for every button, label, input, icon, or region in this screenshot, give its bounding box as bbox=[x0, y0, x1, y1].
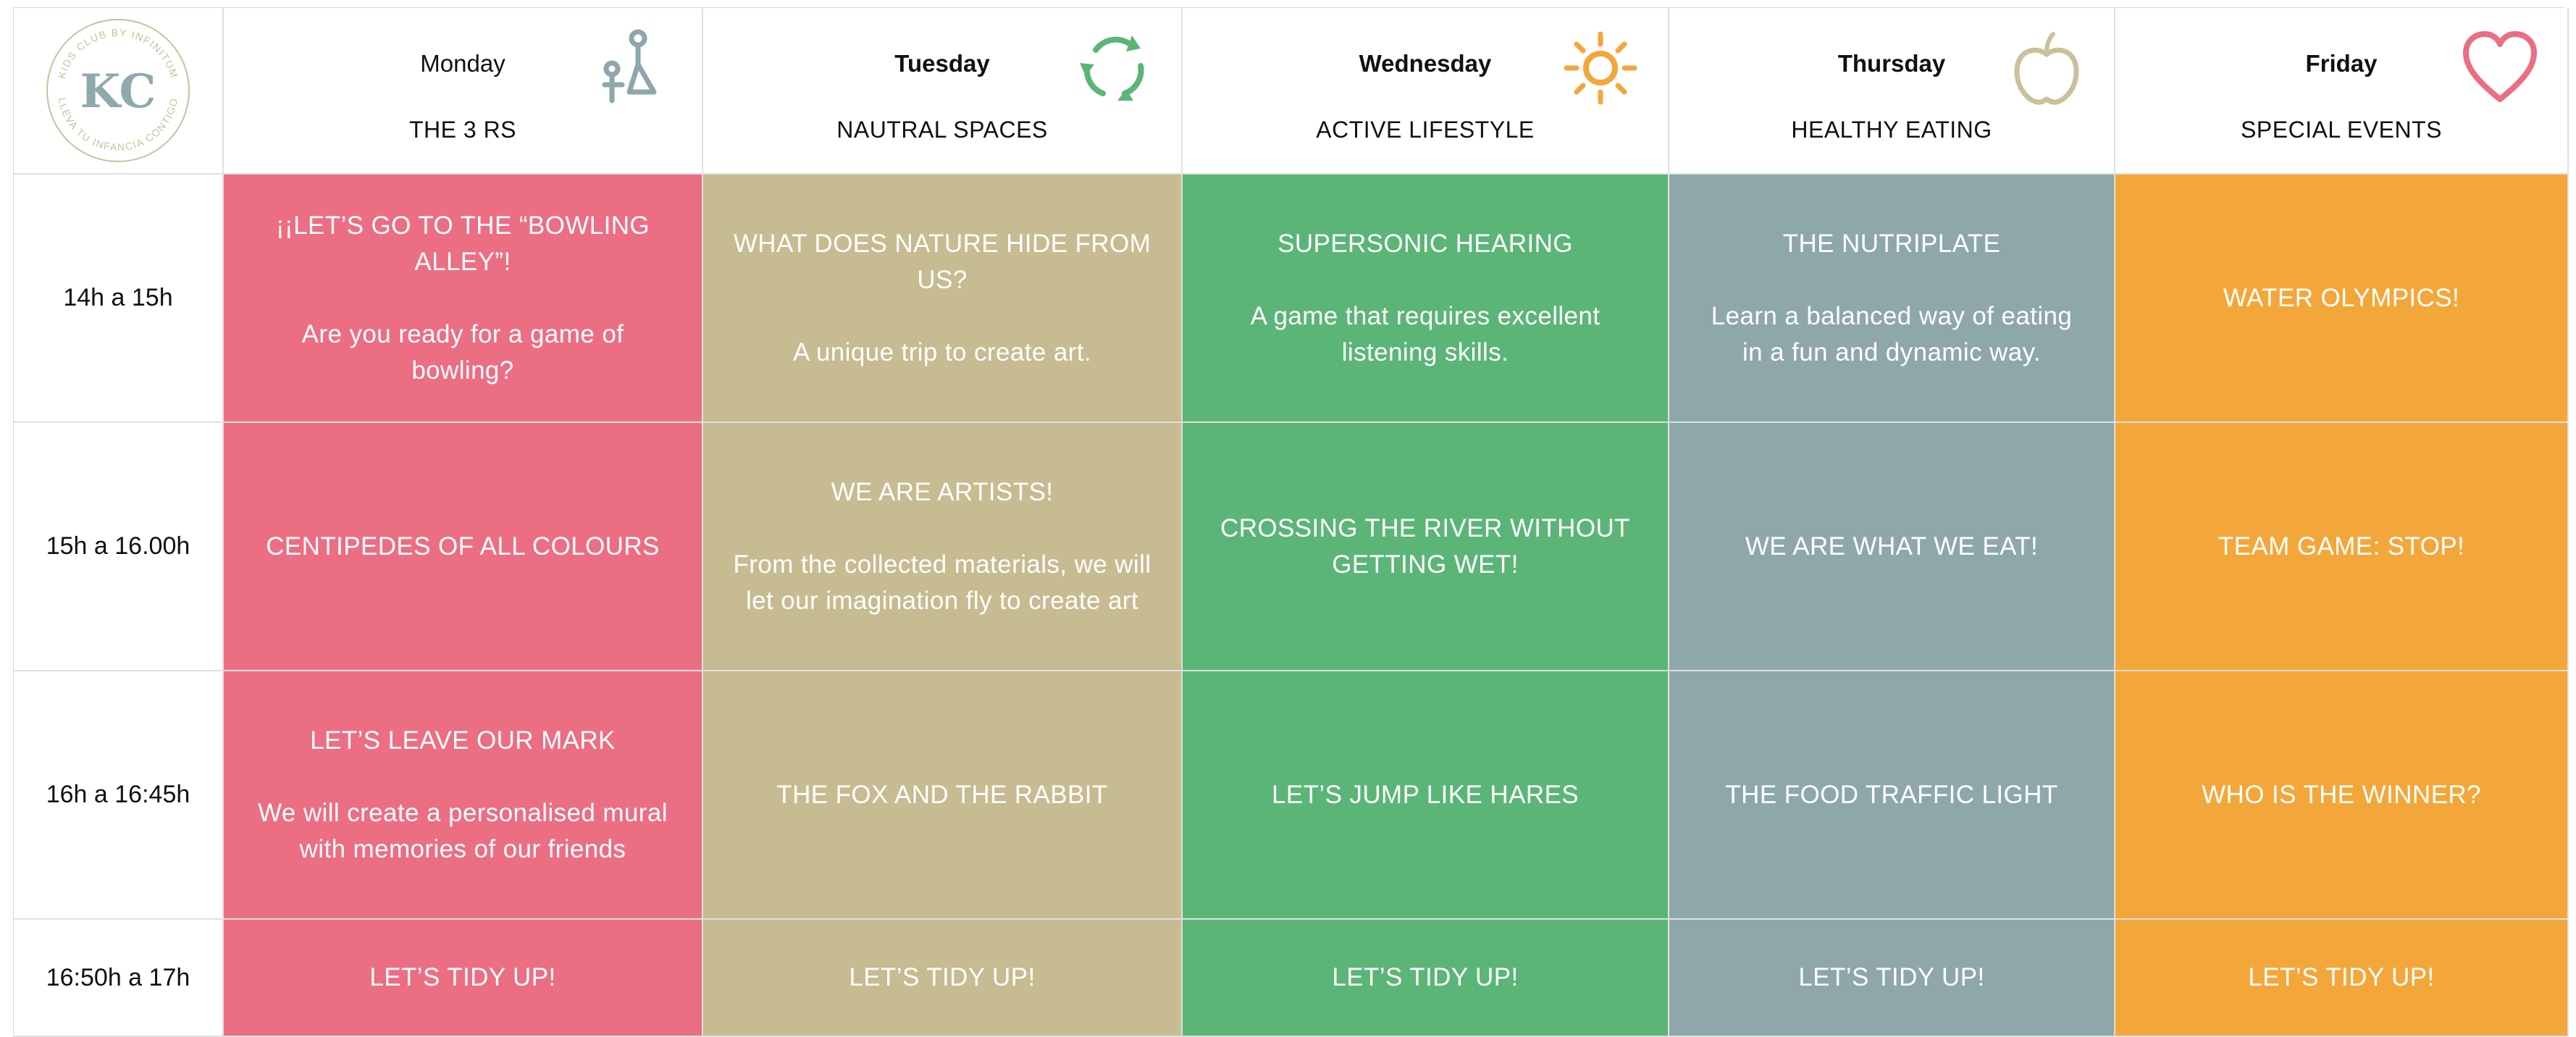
activity-cell: LET’S TIDY UP! bbox=[2115, 920, 2569, 1037]
day-theme: ACTIVE LIFESTYLE bbox=[1316, 117, 1535, 143]
activity-title: LET’S LEAVE OUR MARK bbox=[310, 726, 616, 755]
activity-title: LET’S TIDY UP! bbox=[849, 963, 1036, 991]
activity-cell: CROSSING THE RIVER WITHOUT GETTING WET! bbox=[1183, 423, 1669, 671]
activity-title: LET’S TIDY UP! bbox=[1798, 963, 1985, 991]
sun-icon bbox=[1564, 31, 1637, 105]
activity-cell: WHAT DOES NATURE HIDE FROM US? A unique … bbox=[703, 175, 1183, 423]
activity-title: THE FOX AND THE RABBIT bbox=[776, 780, 1108, 809]
activity-title: LET’S TIDY UP! bbox=[2248, 963, 2435, 991]
day-header-friday: Friday SPECIAL EVENTS bbox=[2115, 8, 2569, 175]
time-slot-4: 16:50h a 17h bbox=[14, 920, 224, 1037]
heart-icon bbox=[2463, 31, 2537, 102]
day-header-wednesday: Wednesday ACTIVE LIFESTYLE bbox=[1183, 8, 1669, 175]
activity-title: WHAT DOES NATURE HIDE FROM US? bbox=[733, 229, 1151, 294]
activity-title: THE FOOD TRAFFIC LIGHT bbox=[1725, 780, 2058, 809]
activity-title: SUPERSONIC HEARING bbox=[1277, 229, 1573, 258]
day-header-monday: Monday THE 3 RS bbox=[224, 8, 703, 175]
day-theme: THE 3 RS bbox=[408, 117, 517, 143]
activity-title: TEAM GAME: STOP! bbox=[2218, 532, 2465, 561]
activity-cell: WHO IS THE WINNER? bbox=[2115, 671, 2569, 920]
activity-title: WE ARE WHAT WE EAT! bbox=[1745, 532, 2039, 561]
activity-cell: THE FOX AND THE RABBIT bbox=[703, 671, 1183, 920]
activity-cell: THE FOOD TRAFFIC LIGHT bbox=[1669, 671, 2115, 920]
activity-cell: WE ARE ARTISTS! From the collected mater… bbox=[703, 423, 1183, 671]
activity-cell: SUPERSONIC HEARING A game that requires … bbox=[1183, 175, 1669, 423]
time-slot-2: 15h a 16.00h bbox=[14, 423, 224, 671]
day-theme: HEALTHY EATING bbox=[1791, 117, 1992, 143]
activity-title: WE ARE ARTISTS! bbox=[831, 477, 1054, 506]
activity-description: From the collected materials, we will le… bbox=[733, 550, 1151, 615]
activity-description: A game that requires excellent listening… bbox=[1250, 301, 1600, 366]
activity-cell: WE ARE WHAT WE EAT! bbox=[1669, 423, 2115, 671]
activity-cell: THE NUTRIPLATE Learn a balanced way of e… bbox=[1669, 175, 2115, 423]
day-header-tuesday: Tuesday NAUTRAL SPACES bbox=[703, 8, 1183, 175]
activity-cell: LET’S TIDY UP! bbox=[703, 920, 1183, 1037]
activity-cell: WATER OLYMPICS! bbox=[2115, 175, 2569, 423]
activity-title: THE NUTRIPLATE bbox=[1782, 229, 2001, 258]
activity-title: ¡¡LET’S GO TO THE “BOWLING ALLEY”! bbox=[275, 211, 650, 276]
kids-club-logo: KIDS CLUB BY INFINITUM LLEVA TU INFANCIA… bbox=[46, 19, 190, 162]
activity-title: CENTIPEDES OF ALL COLOURS bbox=[266, 532, 660, 561]
activity-description: A unique trip to create art. bbox=[793, 337, 1091, 366]
recycle-people-icon bbox=[602, 29, 657, 104]
day-header-thursday: Thursday HEALTHY EATING bbox=[1669, 8, 2115, 175]
activity-title: WHO IS THE WINNER? bbox=[2202, 780, 2481, 809]
activity-title: LET’S JUMP LIKE HARES bbox=[1272, 780, 1579, 809]
activity-cell: LET’S TIDY UP! bbox=[1669, 920, 2115, 1037]
time-slot-1: 14h a 15h bbox=[14, 175, 224, 423]
day-theme: NAUTRAL SPACES bbox=[836, 117, 1048, 143]
activity-cell: LET’S LEAVE OUR MARK We will create a pe… bbox=[224, 671, 703, 920]
activity-title: CROSSING THE RIVER WITHOUT GETTING WET! bbox=[1220, 513, 1630, 579]
activity-title: WATER OLYMPICS! bbox=[2223, 283, 2460, 312]
activity-description: Learn a balanced way of eating in a fun … bbox=[1711, 301, 2073, 366]
activity-title: LET’S TIDY UP! bbox=[1332, 963, 1519, 991]
recycle-arrows-icon bbox=[1080, 35, 1144, 101]
activity-cell: LET’S TIDY UP! bbox=[1183, 920, 1669, 1037]
activity-cell: ¡¡LET’S GO TO THE “BOWLING ALLEY”! Are y… bbox=[224, 175, 703, 423]
activity-description: Are you ready for a game of bowling? bbox=[301, 319, 624, 385]
day-theme: SPECIAL EVENTS bbox=[2241, 117, 2442, 143]
activity-title: LET’S TIDY UP! bbox=[369, 963, 556, 991]
weekly-schedule-table: KIDS CLUB BY INFINITUM LLEVA TU INFANCIA… bbox=[13, 7, 2569, 1037]
logo-monogram: KC bbox=[80, 64, 156, 119]
activity-description: We will create a personalised mural with… bbox=[258, 798, 668, 863]
logo-cell: KIDS CLUB BY INFINITUM LLEVA TU INFANCIA… bbox=[14, 8, 224, 175]
time-slot-3: 16h a 16:45h bbox=[14, 671, 224, 920]
apple-icon bbox=[2014, 32, 2079, 105]
activity-cell: LET’S TIDY UP! bbox=[224, 920, 703, 1037]
activity-cell: CENTIPEDES OF ALL COLOURS bbox=[224, 423, 703, 671]
activity-cell: LET’S JUMP LIKE HARES bbox=[1183, 671, 1669, 920]
activity-cell: TEAM GAME: STOP! bbox=[2115, 423, 2569, 671]
